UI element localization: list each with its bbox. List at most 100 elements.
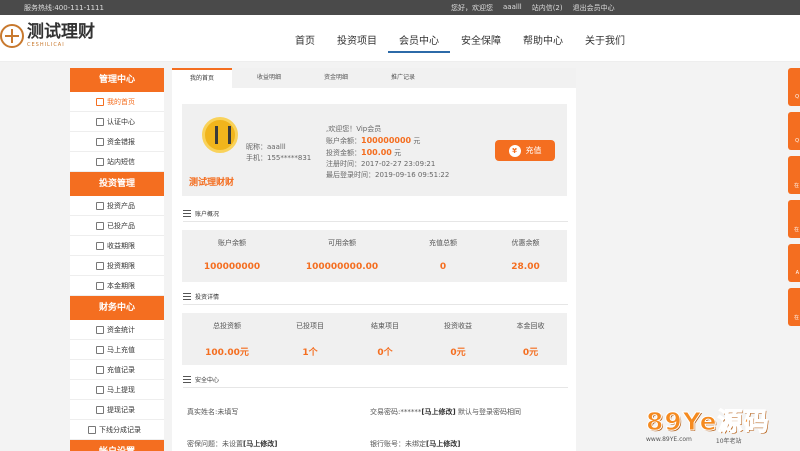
last-login-time: 最后登录时间：2019-09-16 09:51:22	[326, 171, 450, 179]
sidebar-group-account: 帐户设置	[70, 440, 164, 451]
sidebar-item-fund-report[interactable]: 资金错报	[70, 132, 164, 152]
tab-my-home[interactable]: 我的首页	[172, 68, 232, 88]
main-panel: 我的首页 收益明细 资金明细 推广记录 测试理财财 昵称：aaalll 手机：1…	[172, 68, 576, 451]
nav-about[interactable]: 关于我们	[574, 32, 636, 53]
float-tab-online-3[interactable]: 在	[788, 288, 800, 326]
profile-card: 测试理财财 昵称：aaalll 手机：155*****831 ,欢迎您！Vip会…	[182, 104, 567, 196]
question-row: 密保问题：未设置[马上修改]	[187, 440, 278, 448]
tab-fund-detail[interactable]: 资金明细	[306, 68, 366, 88]
nav-home[interactable]: 首页	[284, 32, 326, 53]
watermark-logo: 89Ye源码	[646, 407, 770, 437]
phone-text: 手机：155*****831	[246, 154, 312, 162]
float-tab-app[interactable]: A	[788, 244, 800, 282]
welcome-text: ,欢迎您！Vip会员	[326, 125, 382, 133]
nav-member-center[interactable]: 会员中心	[388, 32, 450, 53]
sidebar-group-finance: 财务中心	[70, 296, 164, 320]
sidebar-item-withdraw-records[interactable]: 提现记录	[70, 400, 164, 420]
account-overview-title: 账户概况	[183, 209, 568, 222]
account-overview-panel: 账户余额 100000000 可用余额 100000000.00 充值总额 0 优惠余…	[182, 230, 567, 282]
balance-value: 100000000	[361, 136, 412, 145]
grid-icon	[96, 202, 104, 210]
float-tab-qq-1[interactable]: Q	[788, 68, 800, 106]
question-edit-link[interactable]: [马上修改]	[243, 440, 277, 448]
logout-link[interactable]: 退出会员中心	[573, 3, 615, 13]
stat-recharge-total: 充值总额 0	[429, 239, 457, 272]
invest-overview-title: 投资详情	[183, 292, 568, 305]
card-icon	[96, 138, 104, 146]
top-bar: 服务热线:400-111-1111 您好，欢迎您 aaalll 站内信(2) 退…	[0, 0, 800, 15]
tab-promo-records[interactable]: 推广记录	[373, 68, 433, 88]
stat-available: 可用余额 100000000.00	[305, 239, 379, 272]
register-time: 注册时间：2017-02-27 23:09:21	[326, 160, 436, 168]
logo-subtitle: CESHILICAI	[27, 42, 65, 48]
stat-total-invest: 总投资额 100.00元	[205, 322, 249, 358]
profile-brand: 测试理财财	[189, 178, 235, 188]
bar-chart-icon	[96, 242, 104, 250]
security-center-title: 安全中心	[183, 375, 568, 388]
sidebar-item-principal-term[interactable]: 本金期限	[70, 276, 164, 296]
recharge-label: 充值	[525, 146, 542, 155]
nav-help[interactable]: 帮助中心	[512, 32, 574, 53]
sidebar-item-my-home[interactable]: 我的首页	[70, 92, 164, 112]
watermark: 89Ye源码 www.89YE.com 10年老站	[646, 402, 770, 446]
sidebar: 管理中心 我的首页 认证中心 资金错报 站内短信 投资管理 投资产品 已投产品 …	[70, 68, 164, 451]
yen-icon	[96, 346, 104, 354]
username-link[interactable]: aaalll	[503, 3, 522, 13]
home-icon	[96, 98, 104, 106]
messages-link[interactable]: 站内信(2)	[532, 3, 563, 13]
calendar-icon	[96, 262, 104, 270]
stat-bonus: 优惠余额 28.00	[511, 239, 540, 272]
avatar	[202, 117, 238, 153]
realname-row: 真实姓名:未填写	[187, 408, 239, 416]
watermark-slogan: 10年老站	[715, 438, 742, 445]
stat-principal-return: 本金回收 0元	[516, 322, 545, 358]
shield-icon	[96, 118, 104, 126]
list-icon	[183, 210, 191, 217]
trade-password-edit-link[interactable]: [马上修改]	[421, 408, 455, 416]
sidebar-group-manage: 管理中心	[70, 68, 164, 92]
profile-summary: ,欢迎您！Vip会员 账户余额：100000000 元 投资金额：100.00 …	[326, 124, 449, 181]
main-nav: 首页 投资项目 会员中心 安全保障 帮助中心 关于我们	[284, 32, 636, 53]
sidebar-item-recharge[interactable]: 马上充值	[70, 340, 164, 360]
sidebar-item-withdraw[interactable]: 马上提现	[70, 380, 164, 400]
sidebar-item-messages[interactable]: 站内短信	[70, 152, 164, 172]
sidebar-item-recharge-records[interactable]: 充值记录	[70, 360, 164, 380]
profile-user-info: 昵称：aaalll 手机：155*****831	[246, 142, 311, 164]
tab-income-detail[interactable]: 收益明细	[239, 68, 299, 88]
site-header: 测试理财 CESHILICAI 首页 投资项目 会员中心 安全保障 帮助中心 关…	[0, 15, 800, 62]
sidebar-item-invest-term[interactable]: 投资期限	[70, 256, 164, 276]
stat-ended-projects: 结束项目 0个	[371, 322, 399, 358]
mail-icon	[96, 158, 104, 166]
float-tab-qq-2[interactable]: Q	[788, 112, 800, 150]
document-icon	[96, 406, 104, 414]
sidebar-item-auth[interactable]: 认证中心	[70, 112, 164, 132]
invest-value: 100.00	[361, 148, 392, 157]
stat-invested-projects: 已投项目 1个	[296, 322, 324, 358]
bank-row: 银行账号：未绑定[马上修改]	[370, 440, 461, 448]
greeting-text: 您好，欢迎您	[451, 4, 493, 12]
sidebar-item-fund-stats[interactable]: 资金统计	[70, 320, 164, 340]
trend-icon	[96, 326, 104, 334]
logo-title: 测试理财	[27, 22, 95, 42]
float-tab-online-1[interactable]: 在	[788, 156, 800, 194]
sidebar-item-referral-records[interactable]: 下线分成记录	[70, 420, 164, 440]
float-tab-online-2[interactable]: 在	[788, 200, 800, 238]
sidebar-item-income-term[interactable]: 收益期限	[70, 236, 164, 256]
recharge-button[interactable]: ¥ 充值	[495, 140, 555, 161]
yen-icon: ¥	[508, 144, 521, 157]
sidebar-item-invest-products[interactable]: 投资产品	[70, 196, 164, 216]
hotline-text: 服务热线:400-111-1111	[24, 4, 104, 12]
stat-invest-income: 投资收益 0元	[444, 322, 472, 358]
document-icon	[96, 282, 104, 290]
security-panel: 真实姓名:未填写 交易密码:******[马上修改] 默认与登录密码相同 密保问…	[182, 388, 567, 451]
sidebar-item-invested[interactable]: 已投产品	[70, 216, 164, 236]
watermark-url: www.89YE.com	[646, 436, 692, 443]
invest-overview-panel: 总投资额 100.00元 已投项目 1个 结束项目 0个 投资收益 0元 本金回收 0元	[182, 313, 567, 365]
user-links: 您好，欢迎您 aaalll 站内信(2) 退出会员中心	[451, 3, 615, 13]
site-logo[interactable]: 测试理财 CESHILICAI	[0, 22, 95, 48]
nav-projects[interactable]: 投资项目	[326, 32, 388, 53]
balance-row: 账户余额：100000000 元	[326, 136, 421, 145]
clock-icon	[96, 366, 104, 374]
bank-edit-link[interactable]: [马上修改]	[426, 440, 460, 448]
nav-security[interactable]: 安全保障	[450, 32, 512, 53]
